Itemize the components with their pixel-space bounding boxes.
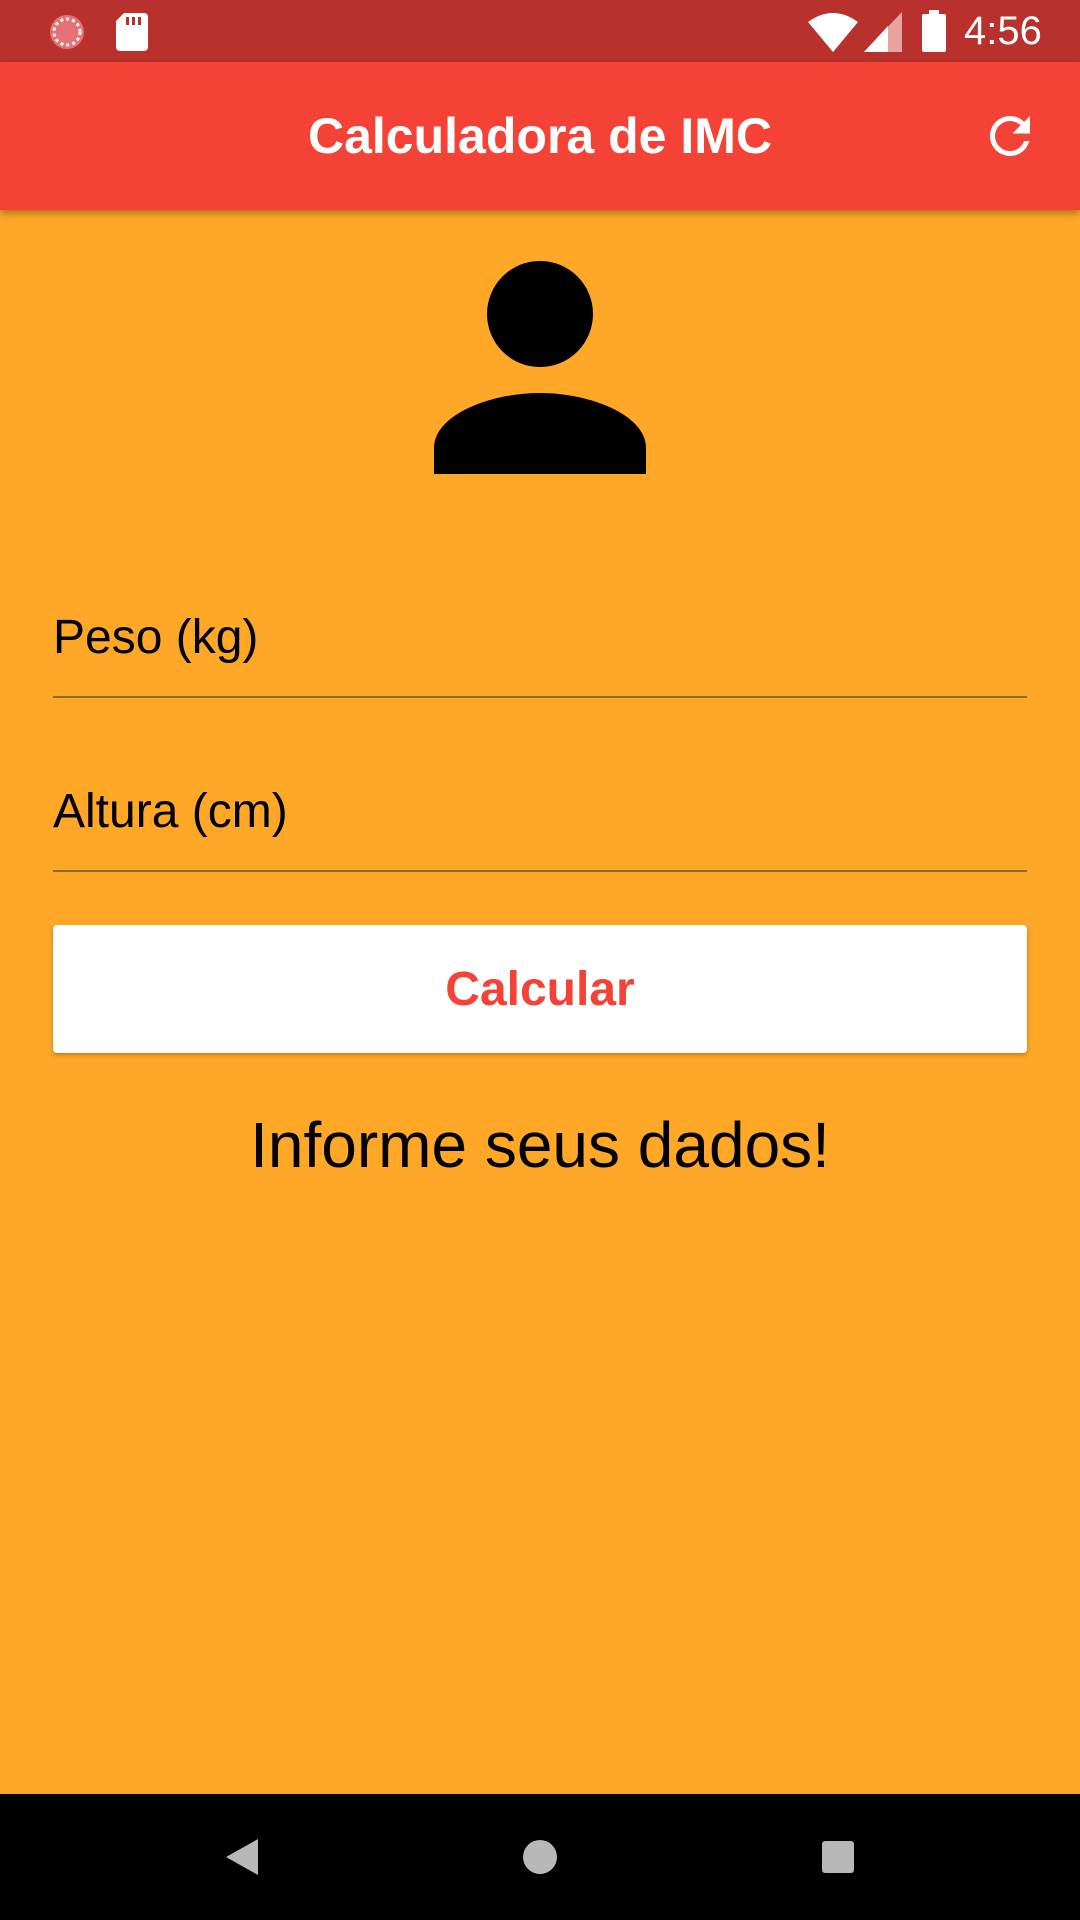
- screen: 4:56 Calculadora de IMC Calcular Informe…: [0, 0, 1080, 1920]
- weight-field: [53, 578, 1027, 698]
- refresh-button[interactable]: [980, 106, 1040, 166]
- loading-spinner-icon: [50, 15, 84, 49]
- home-button[interactable]: [510, 1827, 570, 1887]
- result-message: Informe seus dados!: [250, 1109, 830, 1181]
- height-input[interactable]: [53, 752, 1027, 870]
- refresh-icon: [989, 115, 1030, 156]
- battery-icon: [922, 10, 946, 52]
- status-bar: 4:56: [0, 0, 1080, 62]
- person-icon: [434, 261, 646, 474]
- home-icon: [523, 1840, 557, 1874]
- back-icon: [226, 1839, 258, 1875]
- height-field: [53, 752, 1027, 872]
- page-title: Calculadora de IMC: [308, 108, 772, 164]
- recents-button[interactable]: [808, 1827, 868, 1887]
- back-button[interactable]: [212, 1827, 272, 1887]
- cell-signal-icon: [864, 12, 902, 52]
- wifi-icon: [808, 13, 858, 52]
- calculate-button[interactable]: Calcular: [53, 925, 1027, 1053]
- sd-card-icon: [116, 13, 148, 51]
- weight-input[interactable]: [53, 578, 1027, 696]
- app-bar: Calculadora de IMC: [0, 62, 1080, 210]
- status-time: 4:56: [964, 9, 1042, 53]
- navigation-bar: [0, 1794, 1080, 1920]
- recents-icon: [822, 1841, 854, 1873]
